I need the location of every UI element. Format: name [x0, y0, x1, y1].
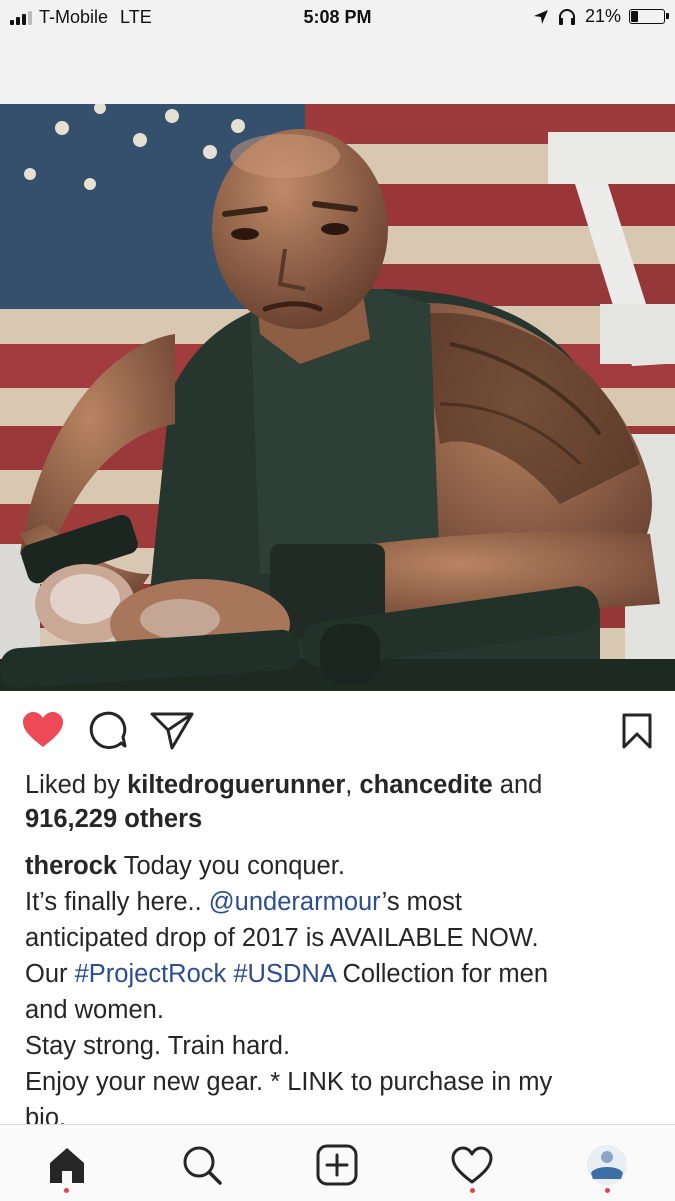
bottom-tab-bar: [0, 1124, 675, 1201]
caption-line-5: and women.: [25, 996, 164, 1024]
likes-separator: ,: [345, 771, 353, 799]
heart-filled-icon[interactable]: [22, 711, 64, 749]
profile-avatar[interactable]: [585, 1143, 629, 1187]
caption-section: therock Today you conquer. It’s finally …: [0, 840, 675, 1124]
battery-percent: 21%: [584, 6, 621, 26]
mention-link[interactable]: @underarmour: [209, 888, 382, 916]
add-post-icon[interactable]: [315, 1143, 359, 1187]
likes-text: Liked by kiltedroguerunner, chancedite a…: [25, 768, 655, 836]
post-actions: [0, 691, 675, 771]
battery-level-fill: [631, 11, 638, 22]
caption-text-4a: Our: [25, 960, 68, 988]
headphones-icon: [558, 8, 575, 25]
post-photo[interactable]: [0, 104, 675, 691]
caption-line-4: Our #ProjectRock #USDNA Collection for m…: [25, 956, 655, 992]
caption-text-2a: It’s finally here..: [25, 888, 202, 916]
search-icon[interactable]: [180, 1143, 224, 1187]
battery-icon: [629, 9, 669, 24]
caption-text-2b: ’s most: [381, 888, 462, 916]
status-left: T-Mobile LTE: [10, 7, 152, 28]
liker-username-2[interactable]: chancedite: [359, 771, 492, 799]
caption-line-2: It’s finally here.. @underarmour’s most: [25, 884, 655, 920]
signal-strength-icon: [10, 10, 32, 25]
hashtag-link-2[interactable]: #USDNA: [233, 960, 335, 988]
caption-line-6: Stay strong. Train hard.: [25, 1032, 291, 1060]
profile-notification-dot: [605, 1188, 610, 1193]
caption-username[interactable]: therock: [25, 852, 117, 880]
bookmark-icon[interactable]: [621, 713, 653, 749]
caption-line-7: Enjoy your new gear. * LINK to purchase …: [25, 1068, 553, 1096]
likes-and: and: [499, 771, 543, 799]
caption-line-1: therock Today you conquer.: [25, 848, 655, 884]
network-type: LTE: [120, 7, 152, 27]
top-nav-area: [0, 34, 675, 104]
home-active-dot: [64, 1188, 69, 1193]
liker-username-1[interactable]: kiltedroguerunner: [127, 771, 345, 799]
activity-heart-icon[interactable]: [450, 1143, 494, 1187]
location-arrow-icon: [533, 9, 548, 24]
hashtag-link-1[interactable]: #ProjectRock: [75, 960, 227, 988]
comment-icon[interactable]: [88, 711, 128, 751]
post-photo-graphic: [0, 104, 675, 691]
likes-section: Liked by kiltedroguerunner, chancedite a…: [25, 768, 655, 836]
status-bar: T-Mobile LTE 5:08 PM 21%: [0, 0, 675, 34]
status-right: 21%: [533, 6, 669, 27]
likes-prefix: Liked by: [25, 771, 120, 799]
carrier-name: T-Mobile: [39, 7, 109, 27]
activity-notification-dot: [470, 1188, 475, 1193]
caption-line-8: bio.: [25, 1104, 67, 1124]
caption-text-1: Today you conquer.: [123, 852, 345, 880]
home-icon[interactable]: [45, 1143, 89, 1187]
likes-count[interactable]: 916,229 others: [25, 805, 202, 833]
caption-text-4b: Collection for men: [342, 960, 549, 988]
paper-plane-icon[interactable]: [150, 711, 194, 751]
caption-line-3: anticipated drop of 2017 is AVAILABLE NO…: [25, 924, 539, 952]
